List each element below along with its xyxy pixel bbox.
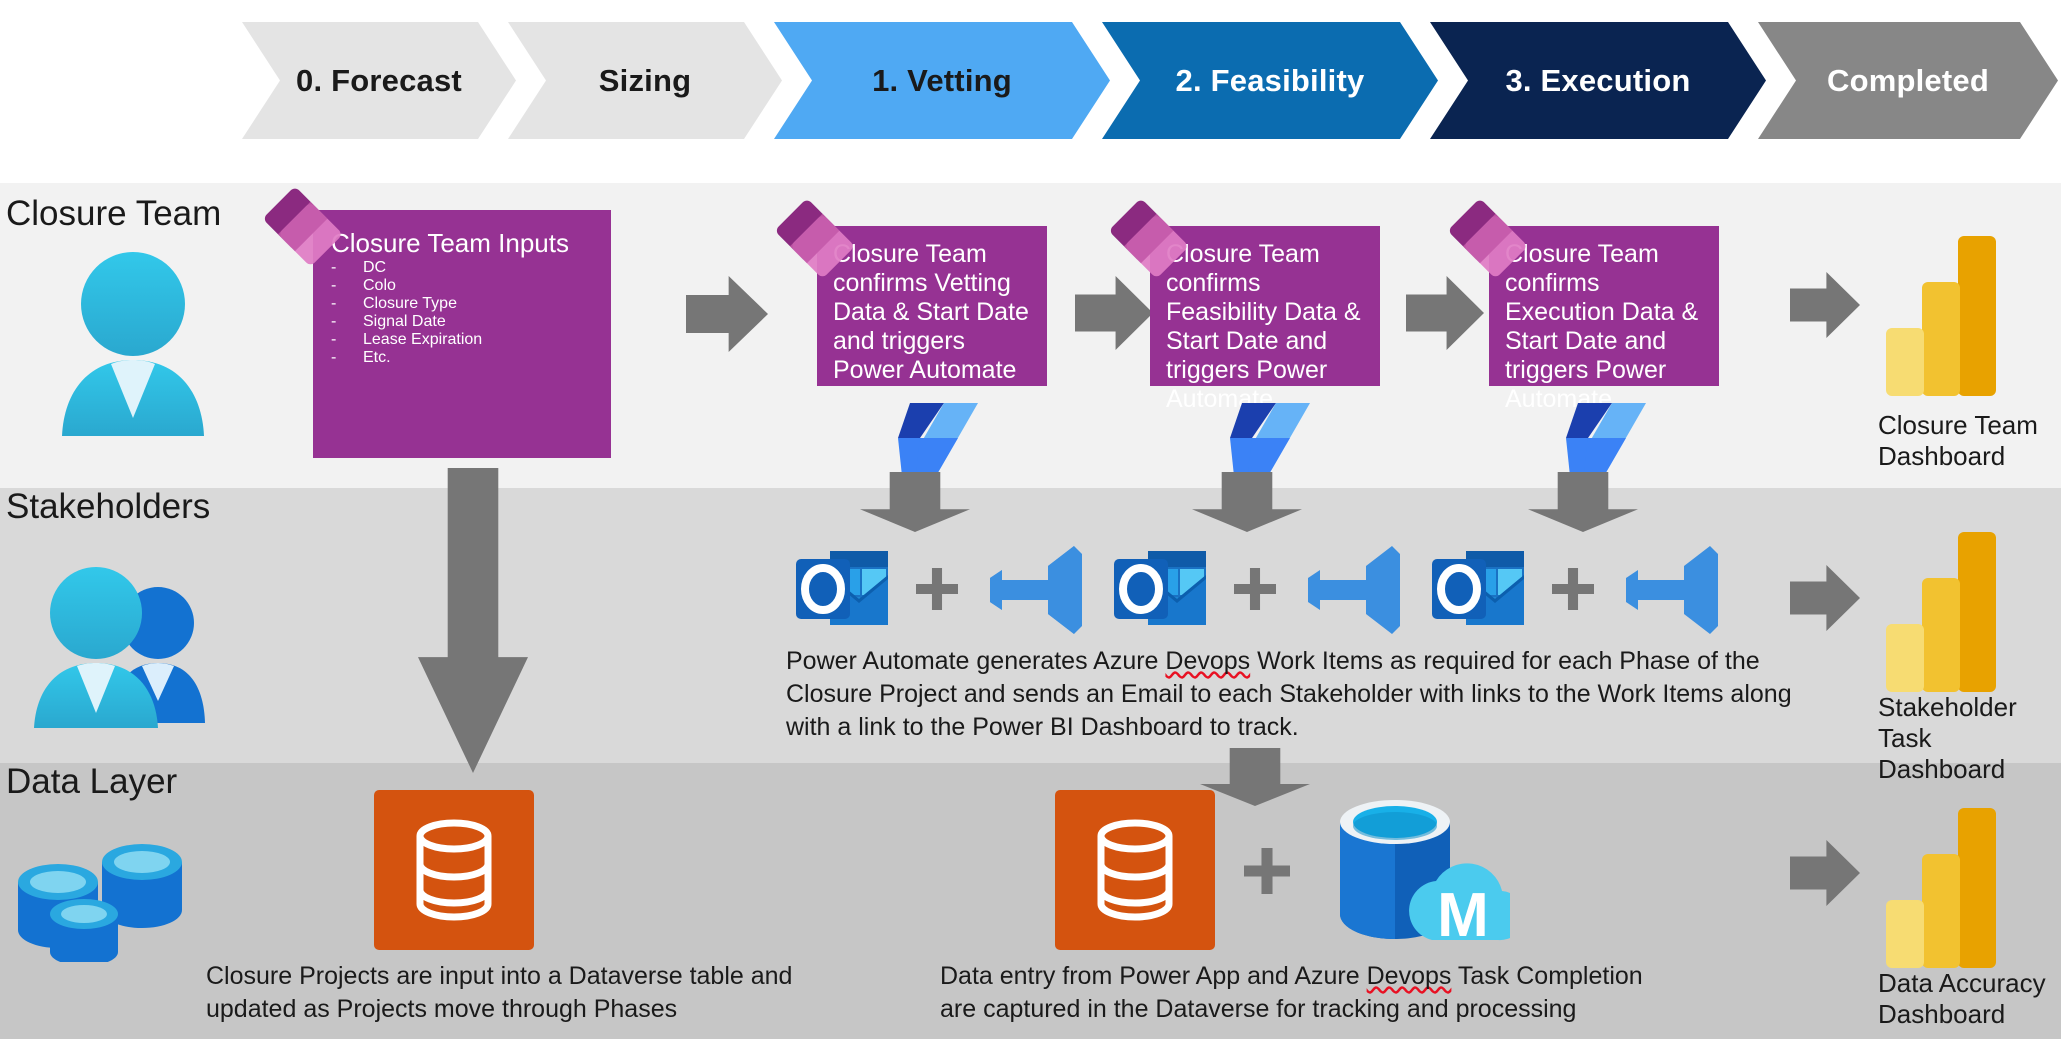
outlook-icon [1432,551,1524,625]
list-item-label: DC [363,259,387,276]
list-item-label: Lease Expiration [363,331,483,348]
phase-chevron-sizing[interactable]: Sizing [508,22,782,139]
data-layer-caption-left: Closure Projects are input into a Datave… [206,962,793,1023]
phase-label: 3. Execution [1505,62,1691,98]
dash-bullet: - [331,295,337,312]
power-automate-icon [1230,403,1310,476]
azure-sql-m-icon: M [1340,800,1510,950]
dashboard-caption-line1: Data Accuracy [1878,968,2046,998]
dashboard-caption-line2: Task Dashboard [1878,723,2006,784]
azure-devops-icon [1308,546,1400,634]
list-item: - Closure Type [331,295,595,313]
power-apps-icon [776,200,853,277]
list-item-label: Colo [363,277,396,294]
closure-team-inputs-box[interactable]: Closure Team Inputs - DC - Colo - Closure T… [313,210,611,458]
list-item-label: Signal Date [363,313,446,330]
dashboard-caption-line2: Dashboard [1878,441,2006,471]
paragraph-misspelled-word: Devops [1165,647,1251,675]
list-item: - Etc. [331,349,595,367]
power-automate-icon [1566,403,1646,476]
process-flow-diagram: 0. Forecast Sizing 1. Vetting 2. Feasibi… [0,0,2061,1039]
dashboard-caption-line1: Stakeholder [1878,692,2017,722]
step-box-text: Closure Team confirms Feasibility Data &… [1166,240,1361,413]
outlook-icon [1114,551,1206,625]
dash-bullet: - [331,331,337,348]
dash-bullet: - [331,313,337,330]
azure-devops-icon [1626,546,1718,634]
inputs-box-list: - DC - Colo - Closure Type - Signal Date - Le… [331,259,595,367]
power-automate-icon [898,403,978,476]
dashboard-caption-closure-team: Closure Team Dashboard [1878,410,2038,472]
database-stack-icon-data-layer [18,844,182,962]
power-bi-icon [1886,532,1996,692]
caption-part-pre: Data entry from Power App and Azure [940,962,1367,990]
phase-chevron-vetting[interactable]: 1. Vetting [774,22,1110,139]
dashboard-caption-data-layer: Data Accuracy Dashboard [1878,968,2046,1030]
phase-label: Sizing [598,62,692,98]
step-box-text: Closure Team confirms Execution Data & S… [1505,240,1699,413]
dashboard-caption-line1: Closure Team [1878,410,2038,440]
lane-label-stakeholders: Stakeholders [6,487,211,526]
person-icon-closure-team [62,252,204,436]
dataverse-icon [1055,790,1215,950]
list-item-label: Etc. [363,349,391,366]
list-item: - Lease Expiration [331,331,595,349]
dash-bullet: - [331,349,337,366]
inputs-box-title: Closure Team Inputs [331,228,569,258]
phase-chevron-feasibility[interactable]: 2. Feasibility [1102,22,1438,139]
paragraph-part-pre: Power Automate generates Azure [786,647,1166,675]
list-item: - DC [331,259,595,277]
power-apps-icon [264,188,341,265]
power-bi-icon [1886,236,1996,396]
phase-chevron-execution[interactable]: 3. Execution [1430,22,1766,139]
caption-misspelled-word: Devops [1366,962,1452,990]
dashboard-caption-stakeholders: Stakeholder Task Dashboard [1878,692,2061,785]
lane-label-data-layer: Data Layer [6,762,178,801]
person-icon-stakeholders [34,567,205,728]
phase-label: 1. Vetting [872,62,1012,98]
dashboard-caption-line2: Dashboard [1878,999,2006,1029]
power-apps-icon [1449,200,1526,277]
phase-chevron-forecast[interactable]: 0. Forecast [242,22,516,139]
step-box-text: Closure Team confirms Vetting Data & Sta… [833,240,1029,384]
dash-bullet: - [331,277,337,294]
list-item-label: Closure Type [363,295,457,312]
phase-chevron-completed[interactable]: Completed [1758,22,2058,139]
phase-label: 2. Feasibility [1175,62,1365,98]
azure-m-letter: M [1437,881,1489,950]
power-apps-icon [1110,200,1187,277]
phase-label: Completed [1827,62,1989,98]
dataverse-icon [374,790,534,950]
power-bi-icon [1886,808,1996,968]
list-item: - Colo [331,277,595,295]
phase-label: 0. Forecast [296,62,462,98]
outlook-icon [796,551,888,625]
data-layer-caption-right: Data entry from Power App and Azure Devo… [940,960,1660,1026]
list-item: - Signal Date [331,313,595,331]
azure-devops-icon [990,546,1082,634]
stakeholders-paragraph: Power Automate generates Azure Devops Wo… [786,645,1806,744]
lane-label-closure-team: Closure Team [6,194,222,233]
